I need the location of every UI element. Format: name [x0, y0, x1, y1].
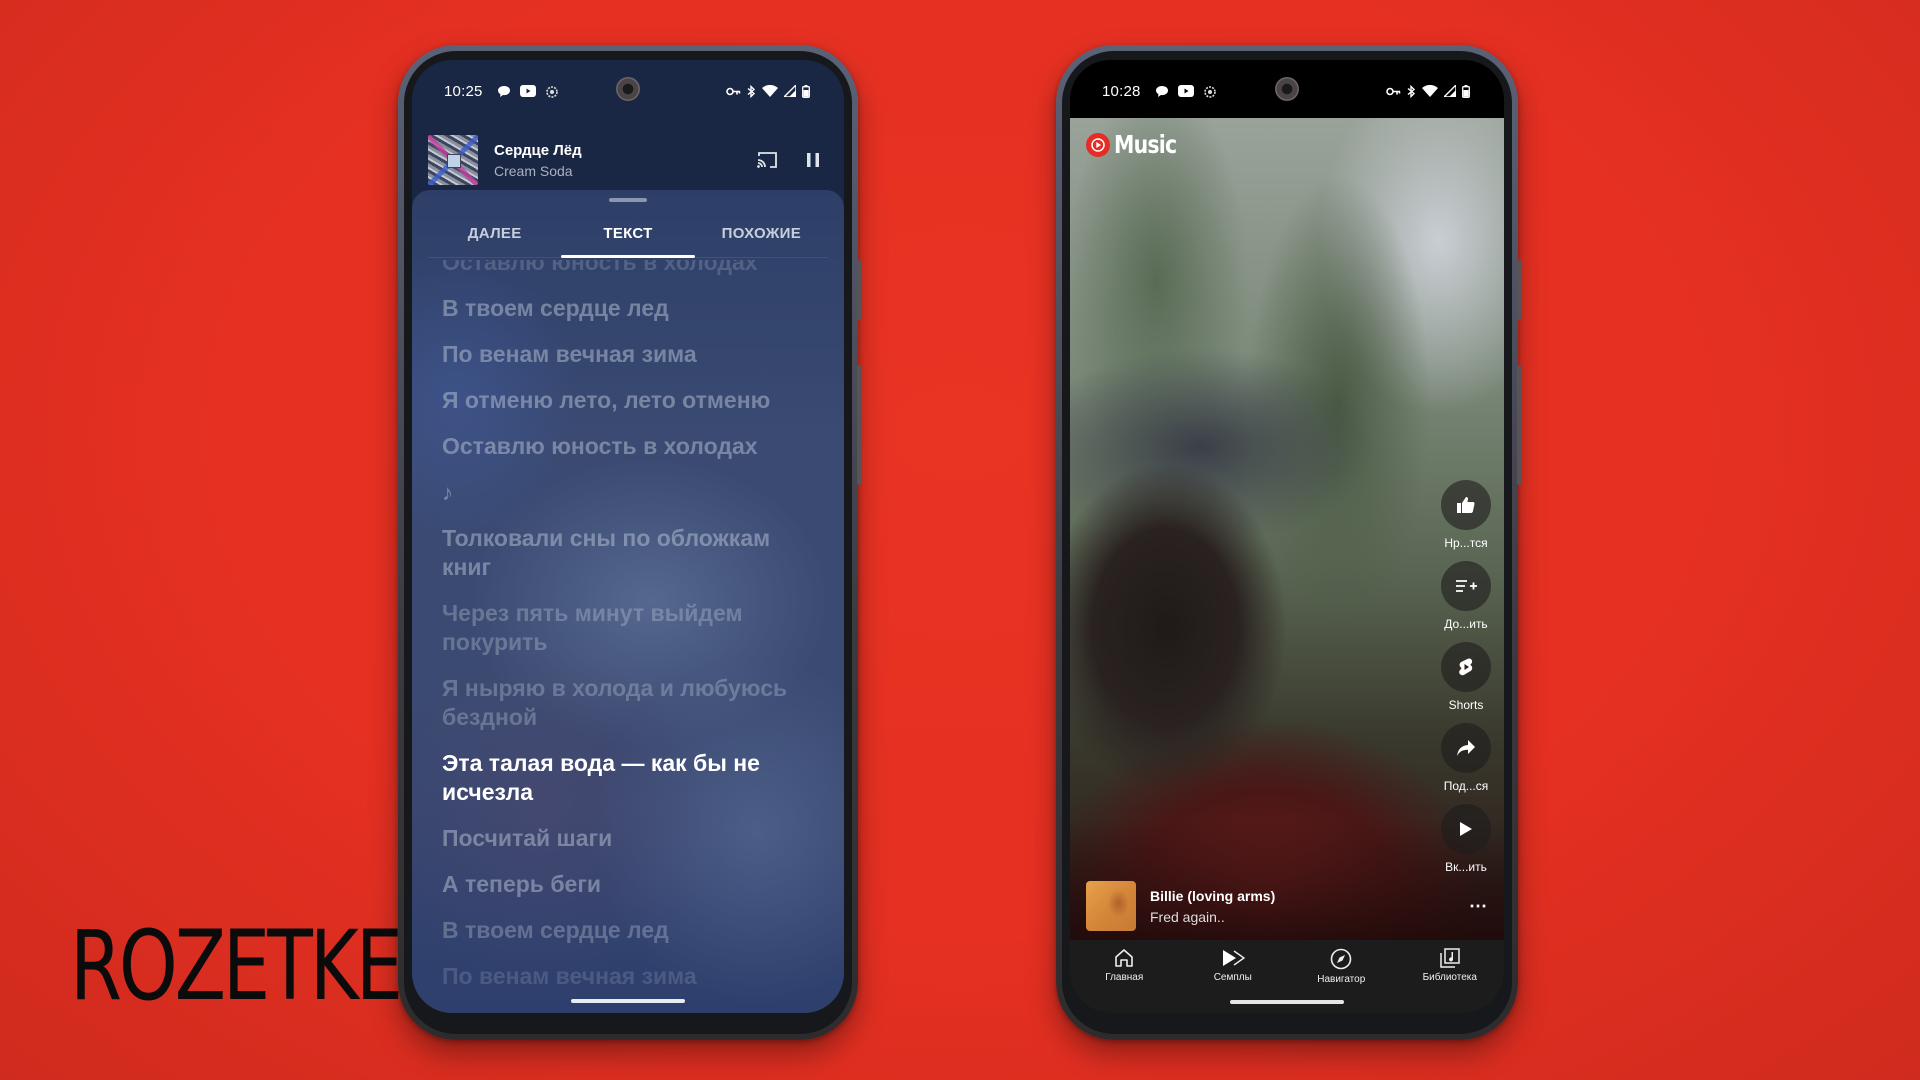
shorts-icon [1459, 658, 1473, 676]
chat-bubble-icon [1155, 85, 1169, 98]
lyric-line[interactable]: ♪ [442, 478, 814, 507]
lyric-line[interactable]: В твоем сердце лед [442, 916, 814, 945]
lyric-line[interactable]: Я ныряю в холода и любуюсь бездной [442, 674, 814, 732]
phone-left-frame: 10:25 Сердце Лёд Cream Soda ДАЛЕЕ ТЕКСТ … [398, 45, 862, 1040]
youtube-music-logo: Music [1086, 130, 1190, 159]
left-phone-screen: 10:25 Сердце Лёд Cream Soda ДАЛЕЕ ТЕКСТ … [412, 60, 844, 1013]
lyric-line-current[interactable]: Эта талая вода — как бы не исчезла [442, 749, 814, 807]
lyric-line[interactable]: Через пять минут выйдем покурить [442, 599, 814, 657]
lyric-line[interactable]: Толковали сны по обложкам книг [442, 524, 814, 582]
vpn-key-icon [726, 87, 741, 96]
volume-button [1517, 365, 1522, 485]
shorts-button[interactable]: Shorts [1441, 642, 1491, 712]
now-playing-meta: Billie (loving arms) Fred again.. [1150, 888, 1275, 925]
add-to-playlist-button[interactable]: До...ить [1441, 561, 1491, 631]
compass-icon [1330, 948, 1352, 970]
power-button [857, 260, 862, 320]
now-playing-bar[interactable]: Billie (loving arms) Fred again.. ⋯ [1086, 880, 1488, 932]
right-phone-screen: 10:28 Music Нр...тся До...ить Shorts Под… [1070, 60, 1504, 1013]
home-indicator[interactable] [571, 999, 685, 1003]
phone-right-frame: 10:28 Music Нр...тся До...ить Shorts Под… [1056, 45, 1522, 1040]
power-button [1517, 260, 1522, 320]
status-time: 10:25 [444, 82, 483, 100]
track-meta: Сердце Лёд Cream Soda [494, 142, 582, 179]
status-bar: 10:25 [412, 80, 844, 102]
lyric-line[interactable]: В твоем сердце лед [442, 294, 814, 323]
now-playing-title: Billie (loving arms) [1150, 887, 1276, 904]
add-to-playlist-icon [1456, 580, 1477, 592]
nav-label: Семплы [1213, 972, 1252, 983]
bluetooth-icon [1407, 84, 1416, 98]
lyrics-list[interactable]: Оставлю юность в холодах В твоем сердце л… [412, 260, 844, 1013]
app-icon [545, 85, 559, 98]
bluetooth-icon [747, 84, 756, 98]
samples-icon [1222, 950, 1245, 966]
thumbs-up-icon [1457, 497, 1475, 513]
track-artist: Cream Soda [494, 162, 573, 179]
play-icon [1460, 822, 1472, 836]
youtube-icon [1177, 85, 1194, 97]
volume-button [857, 365, 862, 485]
mini-player-controls [756, 151, 820, 169]
signal-icon [1444, 85, 1456, 97]
pause-icon[interactable] [806, 152, 820, 168]
home-indicator[interactable] [1230, 1000, 1344, 1004]
action-label: Нр...тся [1444, 536, 1488, 550]
lyric-line[interactable]: Оставлю юность в холодах [442, 432, 814, 461]
app-name: Music [1114, 130, 1177, 159]
status-time: 10:28 [1102, 82, 1141, 100]
lyric-line[interactable]: По венам вечная зима [442, 962, 814, 991]
nav-home[interactable]: Главная [1070, 948, 1179, 1013]
nav-label: Библиотека [1422, 972, 1477, 983]
battery-icon [1462, 84, 1470, 98]
tab-bar: ДАЛЕЕ ТЕКСТ ПОХОЖИЕ [428, 212, 828, 258]
album-art[interactable] [428, 135, 478, 185]
more-options-icon[interactable]: ⋯ [1469, 896, 1488, 917]
battery-icon [802, 84, 810, 98]
now-playing-art[interactable] [1086, 881, 1136, 931]
tab-next[interactable]: ДАЛЕЕ [428, 212, 561, 257]
lyric-line[interactable]: Посчитай шаги [442, 824, 814, 853]
action-label: Под...ся [1443, 779, 1489, 793]
status-bar: 10:28 [1070, 80, 1504, 102]
mini-player[interactable]: Сердце Лёд Cream Soda [412, 125, 844, 195]
signal-icon [784, 85, 796, 97]
library-icon [1440, 948, 1460, 968]
lyric-line[interactable]: По венам вечная зима [442, 340, 814, 369]
share-icon [1457, 740, 1475, 756]
lyric-line[interactable]: А теперь беги [442, 870, 814, 899]
video-player[interactable]: Music Нр...тся До...ить Shorts Под...ся … [1070, 118, 1504, 940]
tab-related[interactable]: ПОХОЖИЕ [695, 212, 828, 257]
chat-bubble-icon [497, 85, 511, 98]
now-playing-artist: Fred again.. [1150, 908, 1225, 925]
wifi-icon [762, 85, 778, 97]
vpn-key-icon [1386, 87, 1401, 96]
nav-label: Навигатор [1317, 974, 1366, 985]
nav-library[interactable]: Библиотека [1396, 948, 1505, 1013]
lyrics-sheet: ДАЛЕЕ ТЕКСТ ПОХОЖИЕ Оставлю юность в хол… [412, 190, 844, 1013]
wifi-icon [1422, 85, 1438, 97]
lyric-line[interactable]: Оставлю юность в холодах [442, 260, 814, 277]
nav-label: Главная [1105, 972, 1144, 983]
play-button[interactable]: Вк...ить [1441, 804, 1491, 874]
like-button[interactable]: Нр...тся [1441, 480, 1491, 550]
action-label: До...ить [1444, 617, 1488, 631]
track-title: Сердце Лёд [494, 141, 582, 159]
action-label: Shorts [1448, 698, 1484, 712]
action-label: Вк...ить [1445, 860, 1487, 874]
lyric-line[interactable]: Я отменю лето, лето отменю [442, 386, 814, 415]
youtube-music-icon [1086, 132, 1110, 157]
home-icon [1115, 949, 1134, 967]
action-rail: Нр...тся До...ить Shorts Под...ся Вк...и… [1436, 480, 1496, 885]
share-button[interactable]: Под...ся [1441, 723, 1491, 793]
app-icon [1203, 85, 1217, 98]
tab-lyrics[interactable]: ТЕКСТ [561, 212, 695, 258]
brand-logo: ROZETKED [70, 910, 458, 1022]
drag-handle[interactable] [609, 198, 647, 202]
youtube-icon [519, 85, 536, 97]
cast-icon[interactable] [756, 151, 778, 169]
